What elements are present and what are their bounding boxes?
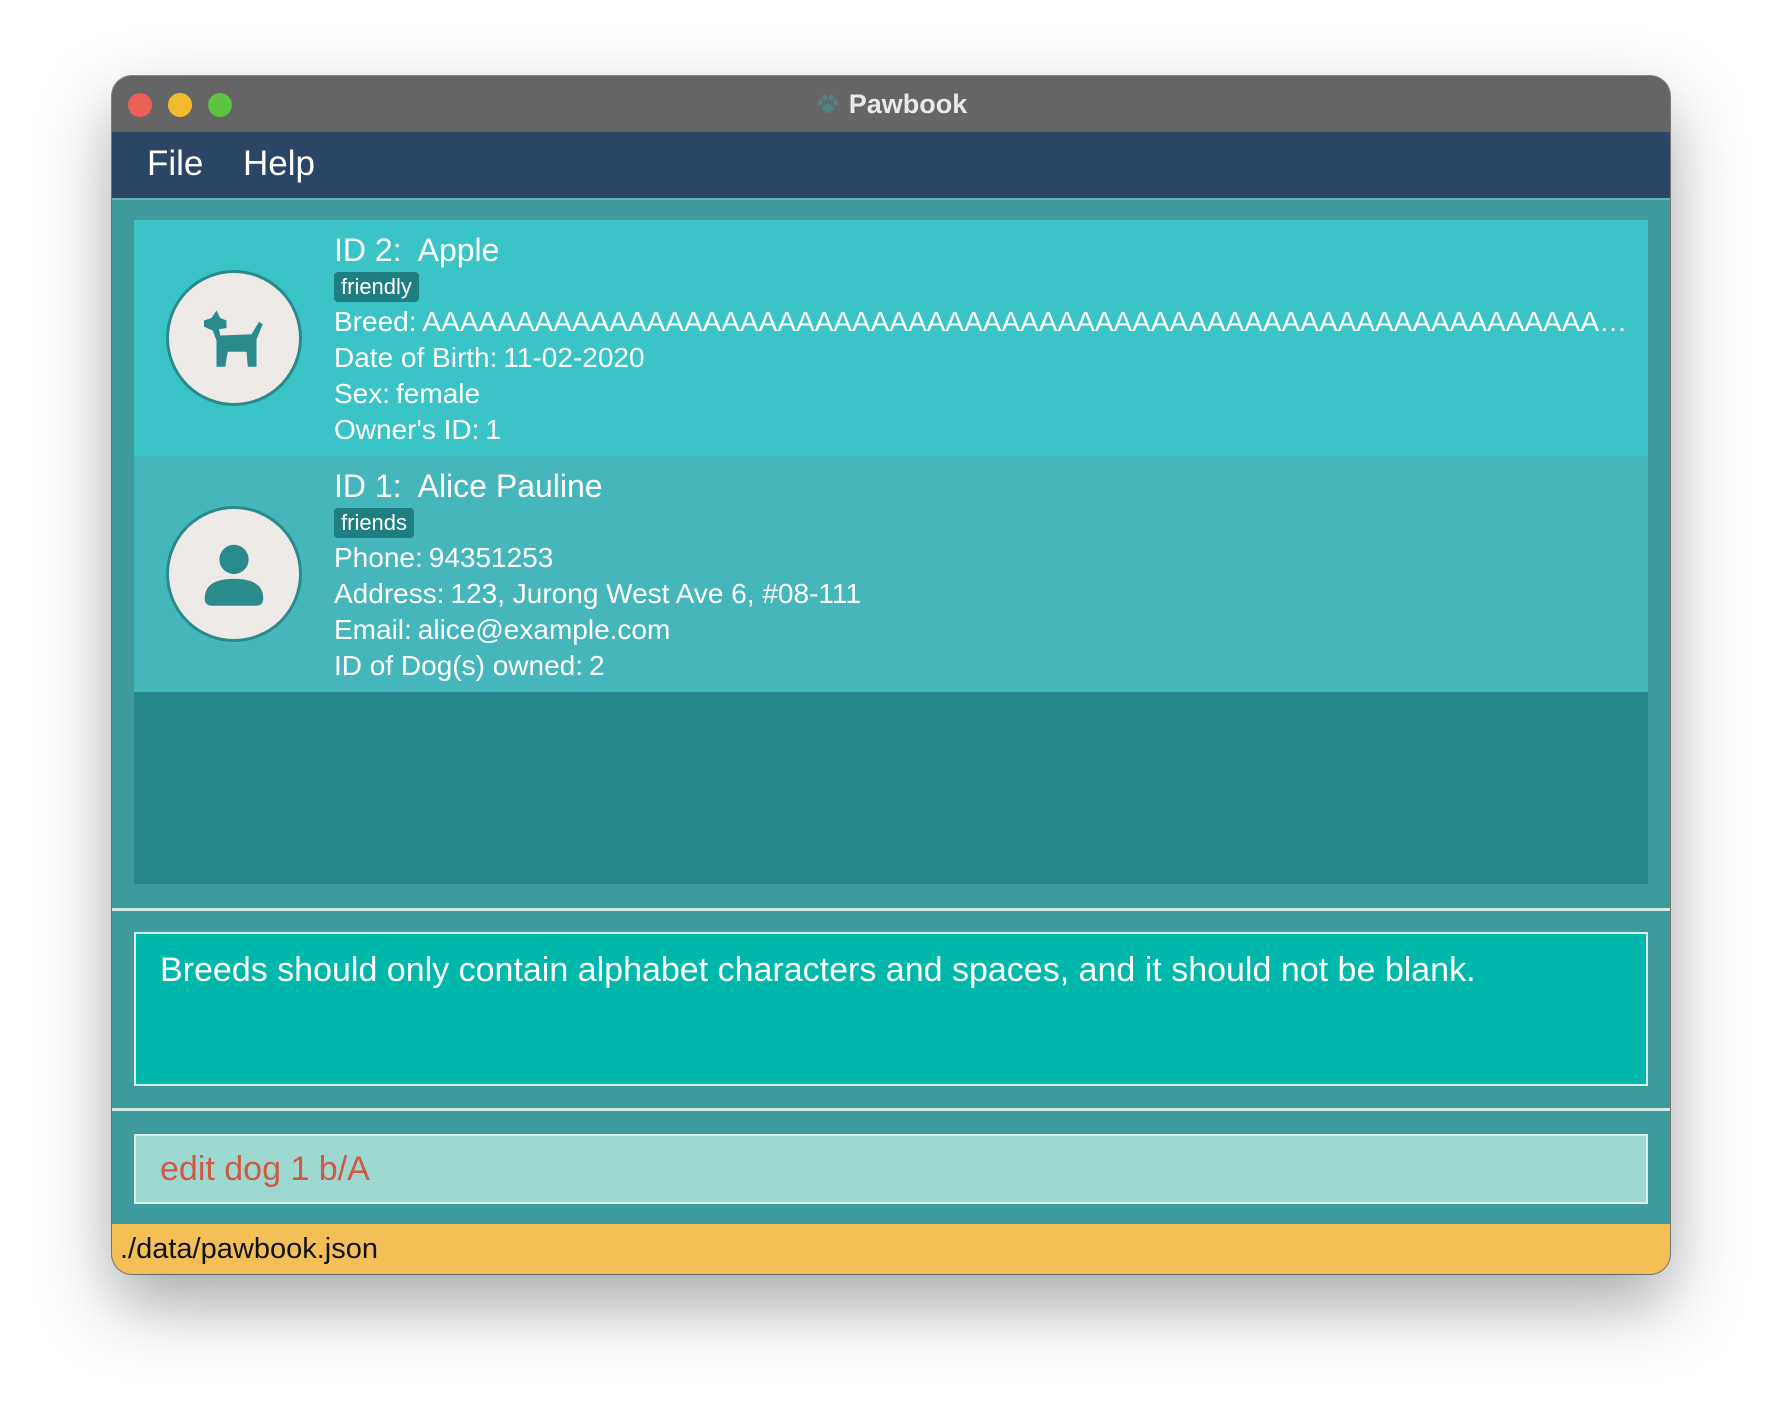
owner-card-content: ID 1: Alice Pauline friends Phone: 943512…	[334, 466, 1632, 684]
command-input[interactable]	[136, 1136, 1646, 1202]
result-display: Breeds should only contain alphabet char…	[134, 932, 1648, 1086]
dog-sex-field: Sex: female	[334, 376, 1632, 412]
owner-tag: friends	[334, 508, 415, 538]
dog-icon	[204, 310, 263, 367]
paw-icon	[817, 94, 838, 113]
field-value: 2	[589, 650, 605, 681]
field-value: 1	[485, 414, 501, 445]
window-title: Pawbook	[848, 88, 968, 119]
menu-file[interactable]: File	[147, 144, 203, 184]
field-label: Date of Birth:	[334, 342, 498, 373]
owner-card-title: ID 1: Alice Pauline	[334, 466, 1632, 506]
entity-list-panel[interactable]: ID 2: Apple friendly Breed: AAAAAAAAAAAAA…	[134, 220, 1648, 884]
field-label: Breed:	[334, 306, 417, 337]
person-icon	[204, 544, 264, 606]
panel-divider[interactable]	[112, 908, 1670, 911]
dog-card-content: ID 2: Apple friendly Breed: AAAAAAAAAAAAA…	[334, 230, 1632, 448]
dog-tag: friendly	[334, 272, 419, 302]
dog-dob-field: Date of Birth: 11-02-2020	[334, 340, 1632, 376]
dog-avatar	[166, 270, 302, 406]
dog-card-title: ID 2: Apple	[334, 230, 1632, 270]
owner-phone-field: Phone: 94351253	[334, 540, 1632, 576]
window-title-group: Pawbook	[112, 76, 1670, 132]
menu-help[interactable]: Help	[243, 144, 315, 184]
dog-owner-id-field: Owner's ID: 1	[334, 412, 1632, 448]
title-bar: Pawbook	[112, 76, 1670, 133]
owner-name: Alice Pauline	[417, 468, 603, 504]
field-value: 11-02-2020	[503, 342, 645, 373]
owner-address-field: Address: 123, Jurong West Ave 6, #08-111	[334, 576, 1632, 612]
field-label: Owner's ID:	[334, 414, 480, 445]
field-label: Email:	[334, 614, 412, 645]
field-value: 94351253	[428, 542, 554, 573]
owner-dogs-owned-field: ID of Dog(s) owned: 2	[334, 648, 1632, 684]
save-file-path: ./data/pawbook.json	[120, 1233, 378, 1265]
result-message: Breeds should only contain alphabet char…	[160, 951, 1476, 989]
field-value: female	[396, 378, 481, 409]
owner-avatar	[166, 506, 302, 642]
field-value: alice@example.com	[417, 614, 671, 645]
dog-card[interactable]: ID 2: Apple friendly Breed: AAAAAAAAAAAAA…	[134, 220, 1648, 456]
app-window: Pawbook File Help ID 2: Apple friendly B…	[112, 76, 1670, 1274]
status-bar: ./data/pawbook.json	[112, 1224, 1670, 1274]
dog-breed-field: Breed: AAAAAAAAAAAAAAAAAAAAAAAAAAAAAAAAAA…	[334, 304, 1632, 340]
field-label: Address:	[334, 578, 445, 609]
field-label: ID of Dog(s) owned:	[334, 650, 583, 681]
panel-divider[interactable]	[112, 1108, 1670, 1111]
field-label: Sex:	[334, 378, 391, 409]
command-box[interactable]	[134, 1134, 1648, 1204]
owner-id-label: ID 1:	[334, 468, 402, 504]
field-label: Phone:	[334, 542, 423, 573]
owner-card[interactable]: ID 1: Alice Pauline friends Phone: 943512…	[134, 456, 1648, 692]
dog-name: Apple	[417, 232, 500, 268]
menu-bar: File Help	[112, 132, 1670, 200]
field-value: AAAAAAAAAAAAAAAAAAAAAAAAAAAAAAAAAAAAAAAA…	[422, 306, 1633, 337]
owner-email-field: Email: alice@example.com	[334, 612, 1632, 648]
field-value: 123, Jurong West Ave 6, #08-111	[450, 578, 861, 609]
dog-id-label: ID 2:	[334, 232, 402, 268]
